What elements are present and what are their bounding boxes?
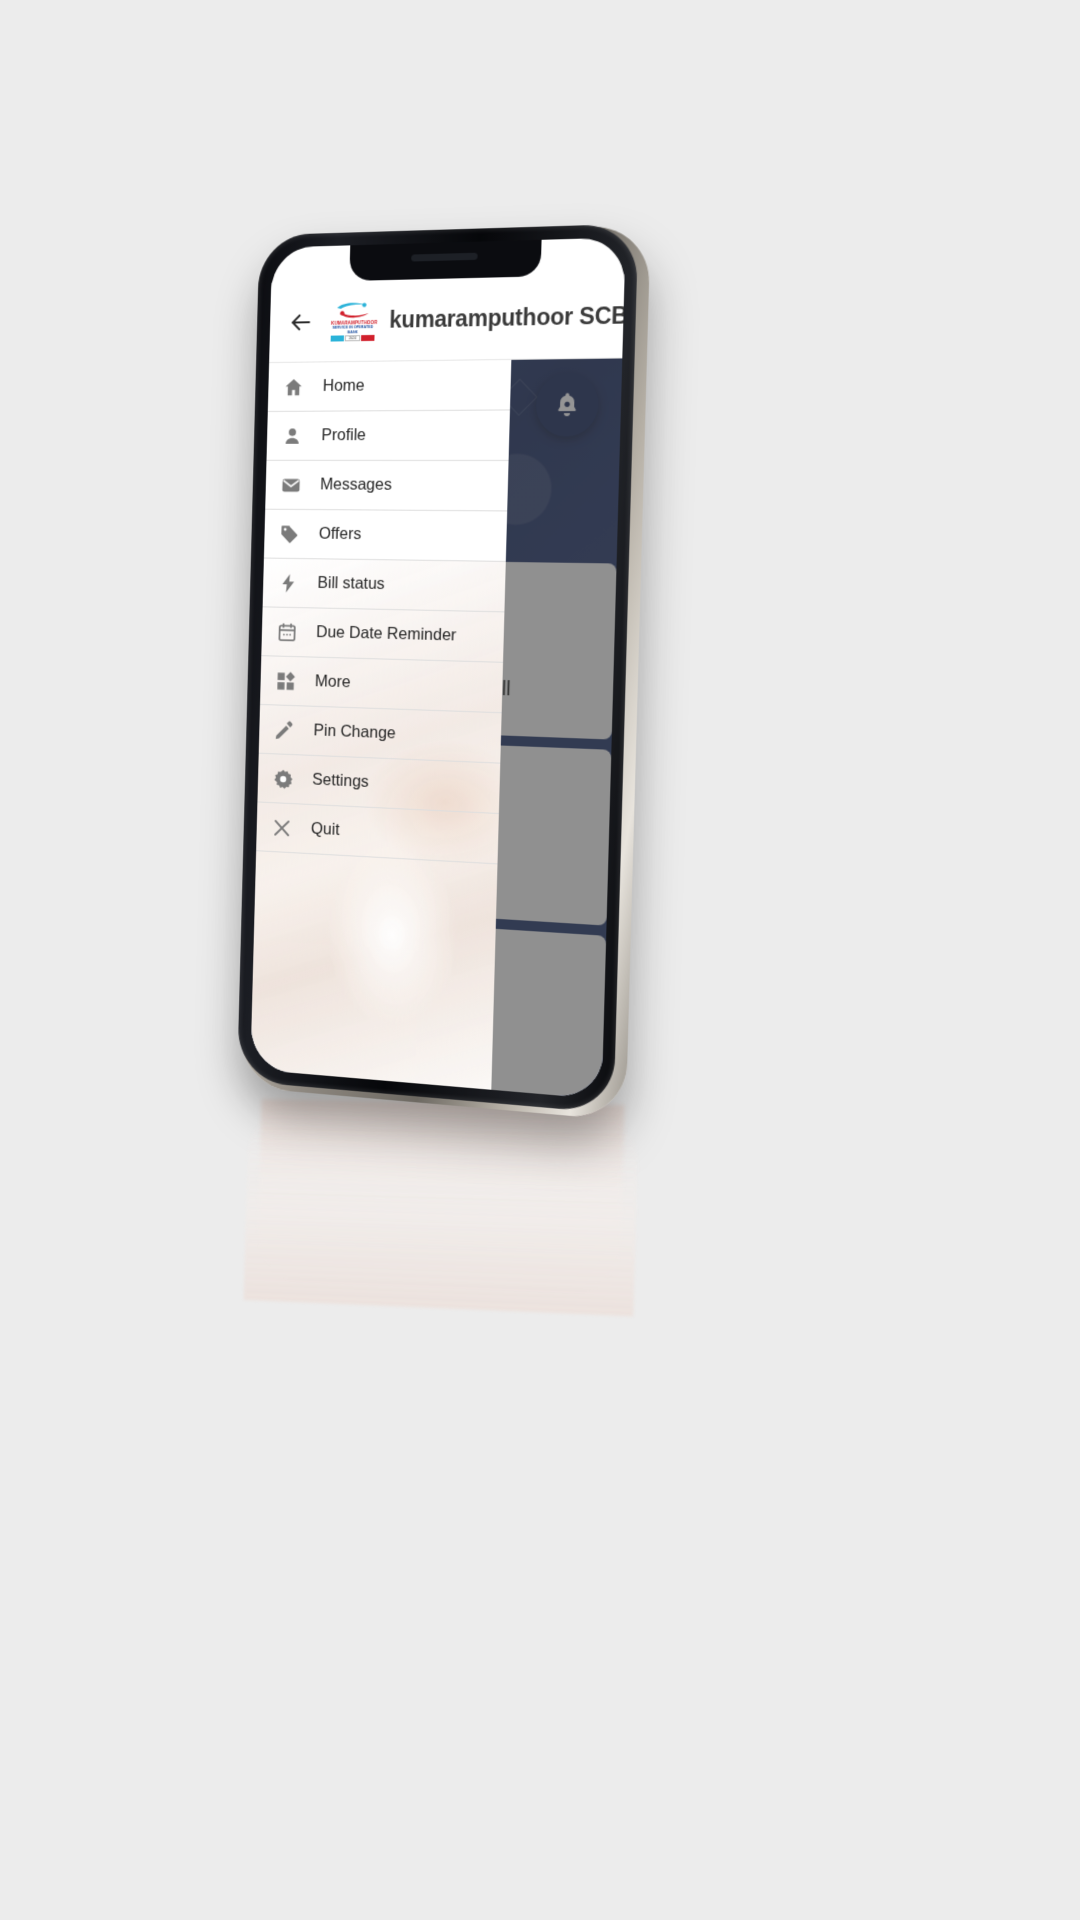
earpiece-speaker: [411, 252, 478, 262]
phone-bezel: Recharge/Pay Bill: [237, 223, 639, 1114]
menu-item-bill-status[interactable]: Bill status: [262, 558, 506, 613]
close-icon: [269, 814, 294, 841]
menu-item-more[interactable]: More: [260, 656, 504, 714]
menu-item-label: Profile: [321, 426, 367, 445]
logo-bar-red: [360, 335, 375, 342]
menu-item-due-date-reminder[interactable]: Due Date Reminder: [261, 607, 505, 663]
back-button[interactable]: [285, 305, 318, 339]
app-header: KUMARAMPUTHOOR SERVICE IN OPERATED BANK …: [269, 274, 626, 364]
envelope-icon: [279, 472, 304, 498]
logo-bar-cyan: [330, 335, 345, 342]
navigation-drawer: Home Profile Messages Offers Bill status…: [250, 359, 512, 1090]
phone-screen: Recharge/Pay Bill: [250, 237, 626, 1100]
logo-line-2: SERVICE IN OPERATED BANK: [332, 325, 374, 335]
phone-reflection: [243, 1105, 639, 1317]
bolt-icon: [276, 570, 301, 596]
menu-item-home[interactable]: Home: [267, 359, 512, 412]
menu-item-messages[interactable]: Messages: [265, 460, 509, 512]
menu-item-offers[interactable]: Offers: [263, 509, 508, 562]
tag-icon: [277, 521, 302, 547]
calendar-icon: [275, 619, 300, 645]
logo-bar-badge: 2024: [344, 335, 361, 342]
phone-mockup: Recharge/Pay Bill: [231, 221, 655, 1125]
phone-notch: [349, 239, 542, 281]
brand-logo: KUMARAMPUTHOOR SERVICE IN OPERATED BANK …: [328, 300, 379, 342]
page-title: kumaramputhoor SCB: [388, 301, 626, 333]
menu-item-label: Offers: [318, 524, 362, 544]
logo-color-bars: 2024: [330, 335, 375, 342]
menu-item-label: Due Date Reminder: [315, 623, 457, 645]
logo-swoosh-icon: [331, 300, 375, 321]
grid-icon: [273, 668, 298, 694]
menu-item-label: Pin Change: [313, 721, 396, 743]
menu-item-label: Bill status: [317, 574, 385, 593]
menu-item-label: Settings: [312, 770, 370, 791]
drawer-menu-list: Home Profile Messages Offers Bill status…: [256, 359, 512, 865]
menu-item-profile[interactable]: Profile: [266, 410, 510, 461]
menu-item-label: Messages: [319, 475, 393, 494]
menu-item-label: Home: [322, 376, 365, 395]
menu-item-label: More: [314, 672, 351, 692]
person-icon: [280, 423, 305, 449]
home-icon: [281, 374, 306, 400]
pencil-icon: [272, 717, 297, 743]
menu-item-label: Quit: [310, 819, 340, 839]
logo-wordmark: KUMARAMPUTHOOR SERVICE IN OPERATED BANK …: [330, 320, 377, 342]
back-arrow-icon: [288, 309, 313, 335]
gear-icon: [271, 765, 296, 792]
